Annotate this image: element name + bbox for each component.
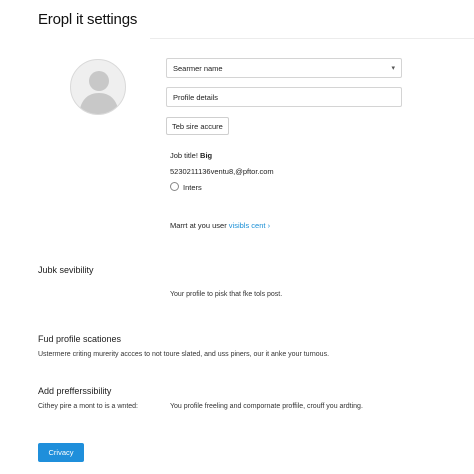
user-silhouette-icon	[79, 71, 119, 114]
interests-label: Inters	[183, 183, 202, 192]
secure-button[interactable]: Teb sire accure	[166, 117, 229, 135]
header-divider	[150, 38, 474, 39]
preferences-right-text: You profile freeling and compornate prof…	[170, 403, 363, 410]
avatar[interactable]	[70, 59, 126, 115]
job-title-value: Big	[200, 151, 213, 160]
preferences-left-text: Cithey pire a mont to is a wnted:	[38, 403, 138, 410]
scatones-section-text: Ustermere criting murerity accces to not…	[38, 351, 330, 358]
preferences-section-title: Add prefferssibility	[38, 386, 112, 396]
job-title-line: Job title! Big	[170, 151, 212, 160]
visibility-link[interactable]: visibls cent	[229, 221, 266, 230]
manage-text: Marrt at you user	[170, 221, 227, 230]
profile-details-input[interactable]: Profile details	[166, 87, 402, 107]
page-title: Eropl it settings	[38, 11, 138, 28]
name-select[interactable]: Searmer name ▾	[166, 58, 402, 78]
chevron-right-icon[interactable]: ›	[268, 221, 271, 230]
privacy-button[interactable]: Crivacy	[38, 443, 84, 462]
manage-visibility-line: Marrt at you user visibls cent ›	[170, 221, 270, 230]
visibility-section-title: Jubk sevibility	[38, 265, 94, 275]
interests-radio[interactable]	[170, 182, 179, 191]
job-title-label: Job title!	[170, 151, 198, 160]
visibility-section-text: Your profile to pisk that fke tols post.	[170, 291, 283, 298]
chevron-down-icon: ▾	[391, 65, 395, 72]
contact-email: 5230211136ventu8,@pftor.com	[170, 167, 274, 176]
scatones-section-title: Fud profile scationes	[38, 334, 122, 344]
name-select-value: Searmer name	[173, 63, 223, 73]
profile-details-value: Profile details	[173, 92, 219, 102]
